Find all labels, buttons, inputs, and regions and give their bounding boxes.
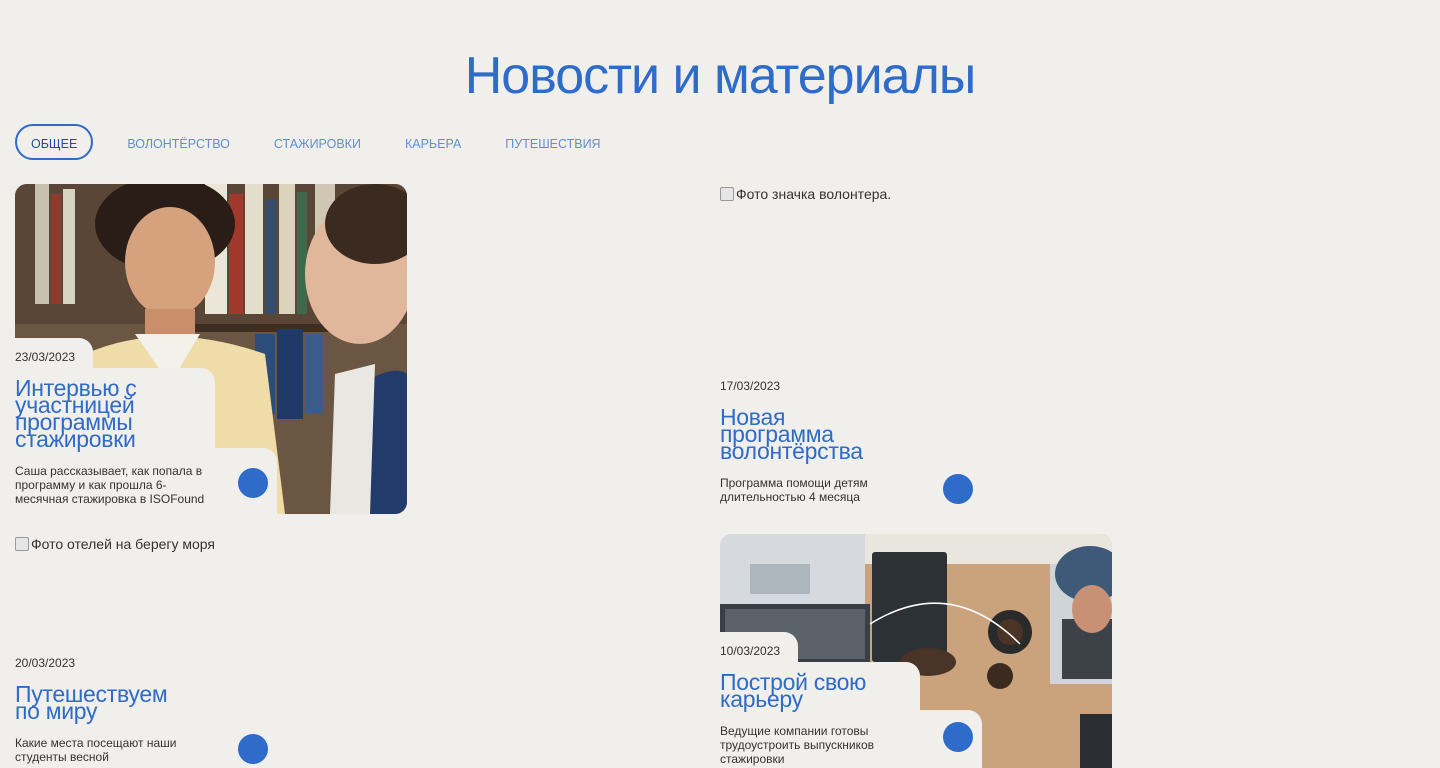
page-title: Новости и материалы [464, 47, 977, 105]
card-description: Программа помощи детям длительностью 4 м… [720, 476, 868, 504]
card-title[interactable]: Новая программа волонтёрства [720, 406, 890, 463]
card-title[interactable]: Интервью с участницей программы стажиров… [15, 377, 195, 451]
tab-volunteering[interactable]: ВОЛОНТЁРСТВО [105, 124, 252, 160]
card-date: 17/03/2023 [720, 379, 781, 393]
read-more-button[interactable] [943, 474, 973, 504]
broken-image-icon [720, 187, 734, 201]
news-card-career[interactable]: 10/03/2023 Построй свою карьеру Ведущие … [720, 534, 1112, 768]
card-description: Саша рассказывает, как попала в программ… [15, 464, 205, 506]
news-card-interview[interactable]: 23/03/2023 Интервью с участницей програм… [15, 184, 407, 514]
volunteer-badge-image: Фото значка волонтера. [720, 186, 891, 202]
card-title[interactable]: Построй свою карьеру [720, 671, 900, 711]
image-alt-text: Фото значка волонтера. [736, 186, 892, 202]
card-description: Какие места посещают наши студенты весно… [15, 736, 177, 764]
card-date: 23/03/2023 [15, 350, 76, 364]
image-alt-text: Фото отелей на берегу моря [31, 536, 216, 552]
read-more-button[interactable] [943, 722, 973, 752]
read-more-button[interactable] [238, 468, 268, 498]
card-date: 20/03/2023 [15, 656, 76, 670]
card-description: Ведущие компании готовы трудоустроить вы… [720, 724, 875, 766]
tab-travel[interactable]: ПУТЕШЕСТВИЯ [483, 124, 622, 160]
card-date: 10/03/2023 [720, 644, 781, 658]
category-tabs: ОБЩЕЕ ВОЛОНТЁРСТВО СТАЖИРОВКИ КАРЬЕРА ПУ… [15, 124, 623, 160]
card-title[interactable]: Путешествуем по миру [15, 683, 195, 723]
hotels-image: Фото отелей на берегу моря [15, 536, 215, 552]
tab-career[interactable]: КАРЬЕРА [383, 124, 483, 160]
tab-internships[interactable]: СТАЖИРОВКИ [252, 124, 383, 160]
broken-image-icon [15, 537, 29, 551]
tab-general[interactable]: ОБЩЕЕ [15, 124, 94, 160]
news-card-volunteering[interactable]: Фото значка волонтера. 17/03/2023 Новая … [720, 184, 1112, 514]
news-card-travel[interactable]: Фото отелей на берегу моря 20/03/2023 Пу… [15, 534, 407, 768]
read-more-button[interactable] [238, 734, 268, 764]
